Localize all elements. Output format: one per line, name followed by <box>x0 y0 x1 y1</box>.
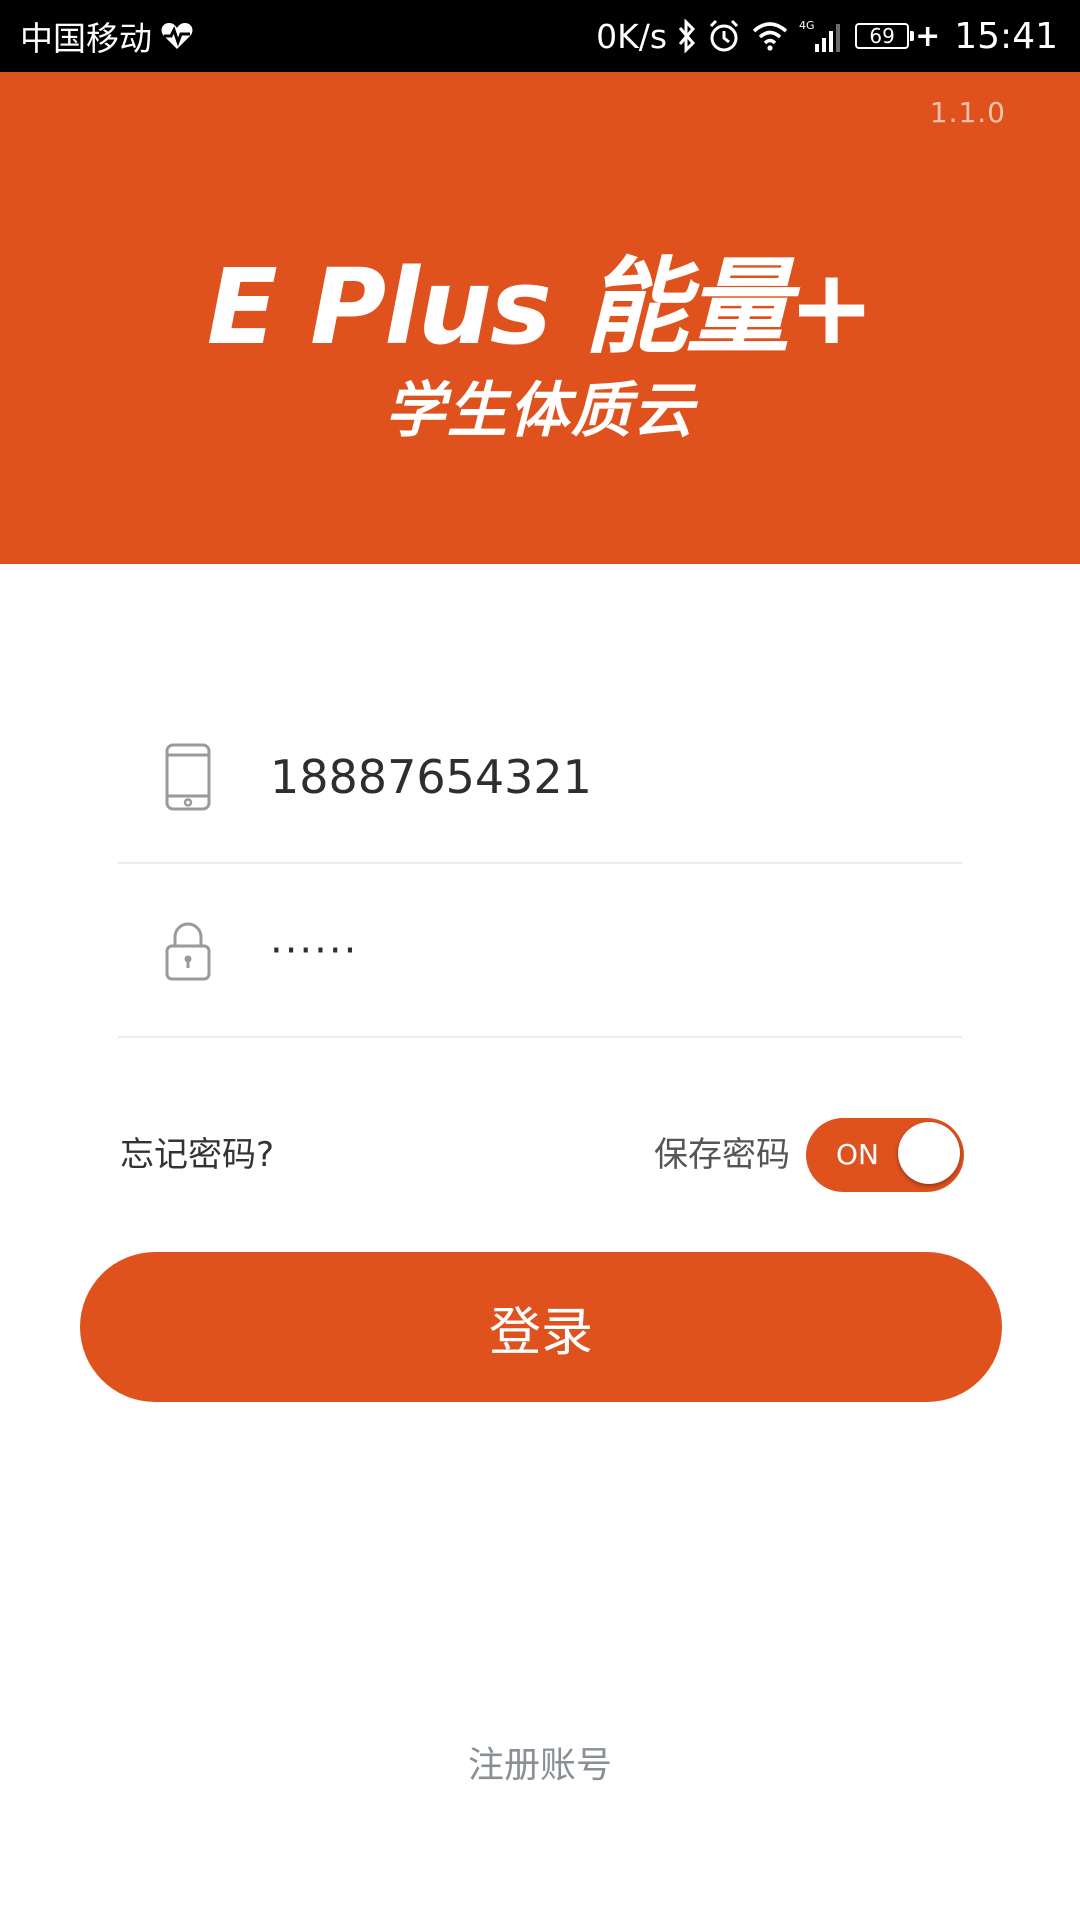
app-logo: E Plus 能量+ 学生体质云 <box>0 252 1080 446</box>
wifi-icon <box>751 21 789 51</box>
heart-rate-icon <box>160 21 194 51</box>
battery-icon: 69 + <box>855 19 940 54</box>
app-version: 1.1.0 <box>929 96 1006 129</box>
app-header: 1.1.0 E Plus 能量+ 学生体质云 <box>0 72 1080 564</box>
logo-subtitle: 学生体质云 <box>385 376 695 446</box>
network-speed: 0K/s <box>596 16 668 56</box>
phone-input[interactable] <box>270 692 930 862</box>
status-bar-right: 0K/s 4G 69 + 15:41 <box>596 0 1058 72</box>
toggle-knob <box>898 1122 960 1184</box>
alarm-icon <box>707 19 741 53</box>
network-type-label: 4G <box>799 19 815 32</box>
login-button[interactable]: 登录 <box>80 1252 1002 1402</box>
phone-field <box>118 692 962 864</box>
save-password-toggle[interactable]: ON <box>806 1118 964 1192</box>
signal-icon: 4G <box>799 18 845 54</box>
bluetooth-icon <box>677 19 697 53</box>
forgot-password-link[interactable]: 忘记密码? <box>120 1118 274 1192</box>
logo-title: E Plus 能量+ <box>206 246 875 368</box>
clock: 15:41 <box>954 15 1058 57</box>
password-field <box>118 866 962 1038</box>
save-password-label: 保存密码 <box>654 1135 790 1175</box>
password-input[interactable] <box>270 866 930 1036</box>
battery-level: 69 <box>855 23 915 49</box>
lock-icon <box>164 920 212 982</box>
charging-icon: + <box>915 18 941 54</box>
toggle-state-label: ON <box>836 1138 879 1171</box>
carrier-name: 中国移动 <box>20 19 152 58</box>
login-options: 忘记密码? 保存密码 ON <box>118 1118 964 1192</box>
status-bar: 中国移动 0K/s 4G 69 + 15:41 <box>0 0 1080 72</box>
register-account-link[interactable]: 注册账号 <box>0 1736 1080 1788</box>
mobile-phone-icon <box>164 742 212 812</box>
status-bar-left: 中国移动 <box>20 0 194 72</box>
